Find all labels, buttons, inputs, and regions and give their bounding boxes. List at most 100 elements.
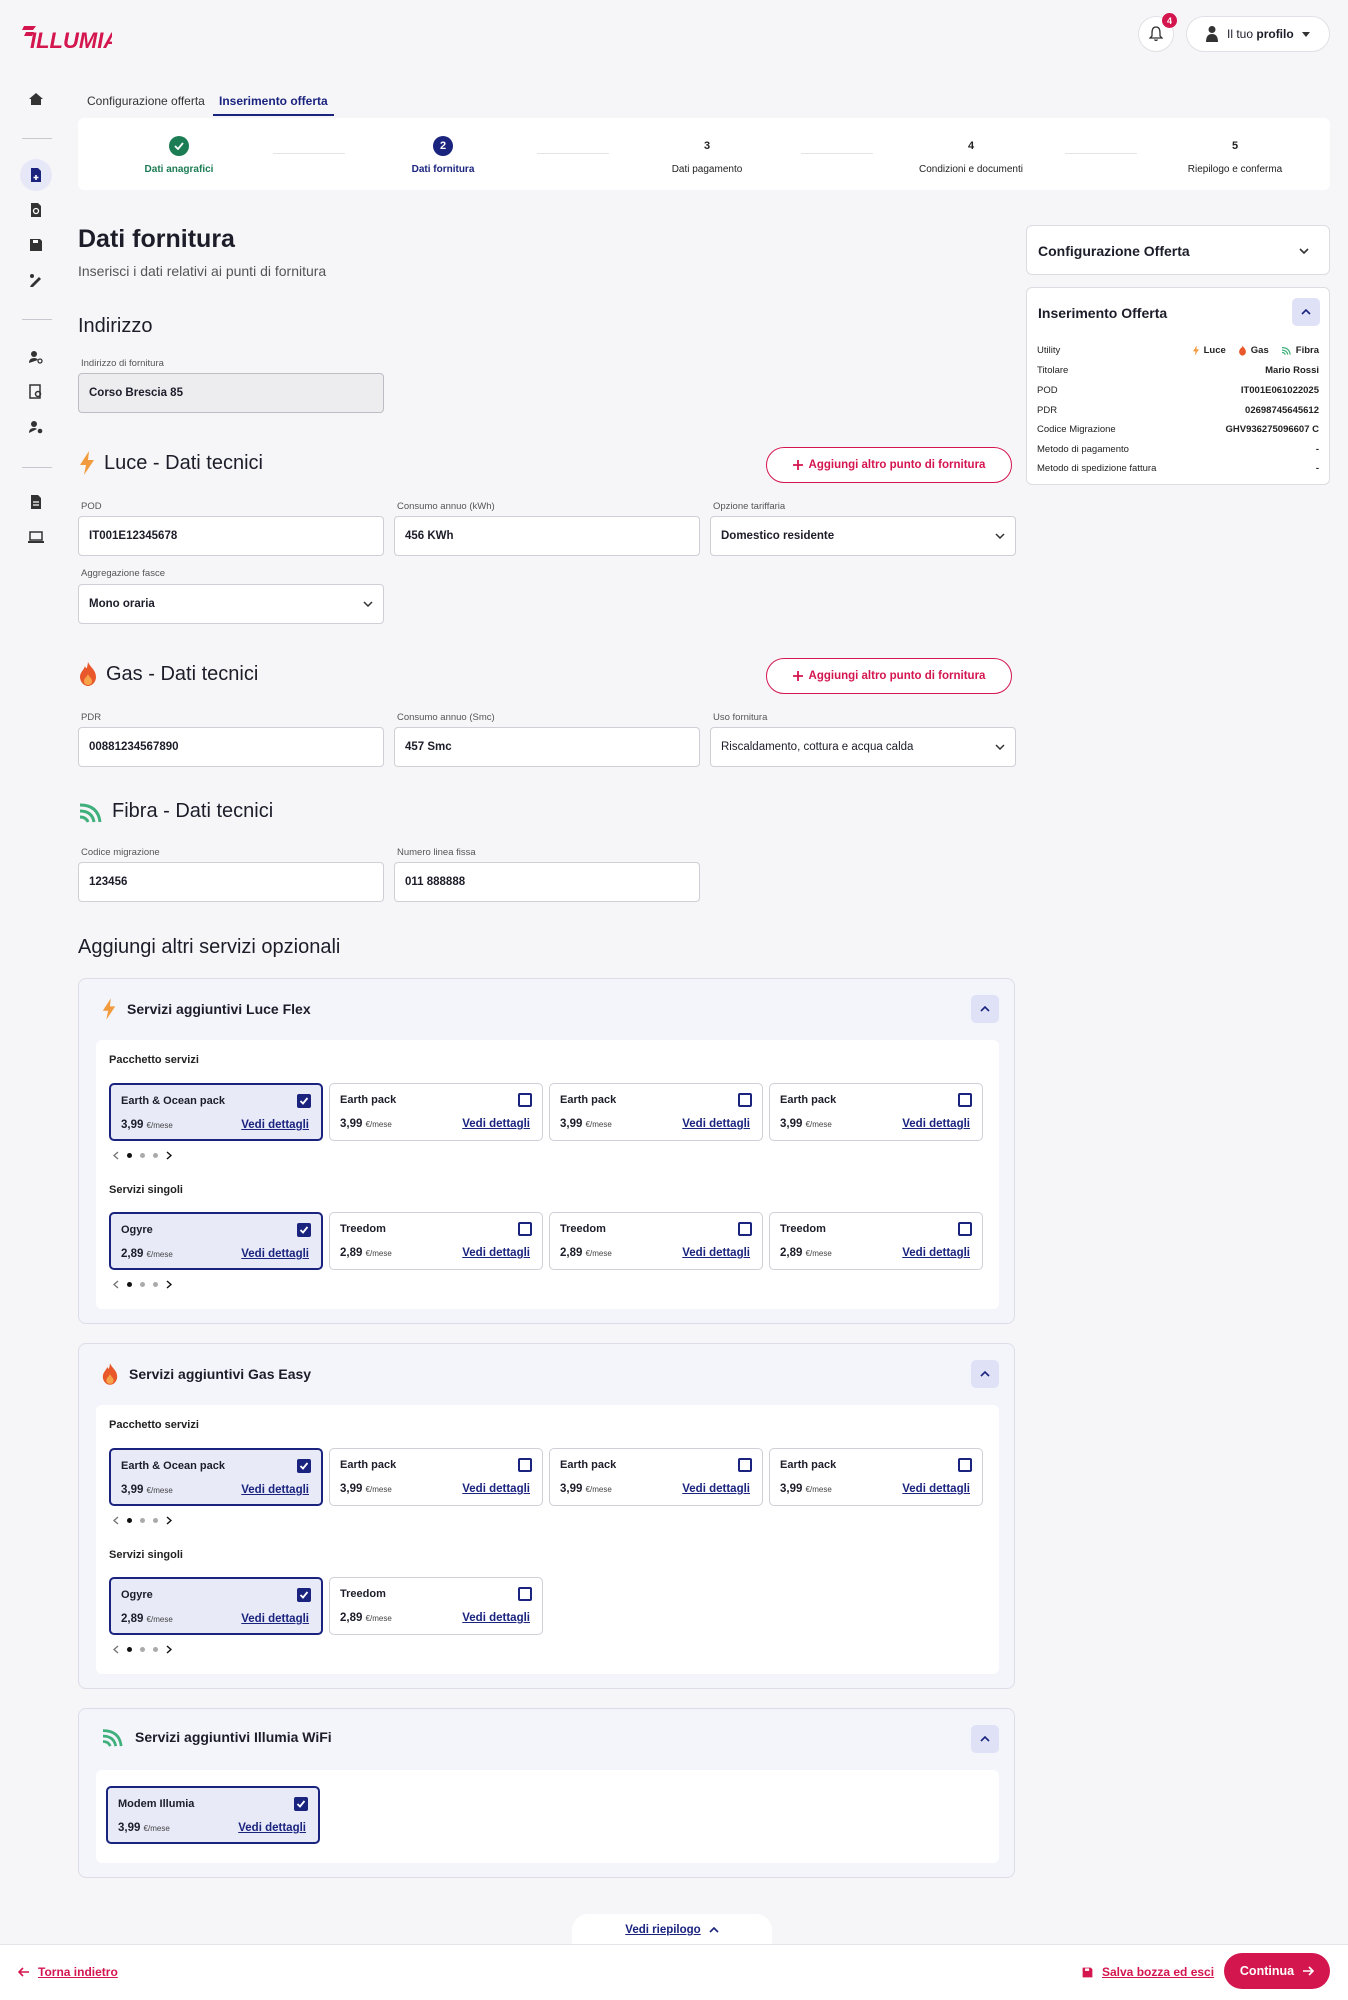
chevron-left-icon[interactable] (113, 1516, 119, 1525)
details-link[interactable]: Vedi dettagli (682, 1247, 750, 1259)
service-checkbox[interactable] (518, 1587, 532, 1601)
linea-fissa-input[interactable]: 011 888888 (394, 862, 700, 902)
user-search-nav[interactable] (20, 341, 52, 373)
service-card[interactable]: Earth pack 3,99 €/mese Vedi dettagli (329, 1448, 543, 1506)
details-link[interactable]: Vedi dettagli (682, 1118, 750, 1130)
pager-dot[interactable] (140, 1153, 145, 1158)
service-checkbox[interactable] (738, 1458, 752, 1472)
details-link[interactable]: Vedi dettagli (241, 1613, 309, 1625)
service-card[interactable]: Treedom 2,89 €/mese Vedi dettagli (769, 1212, 983, 1270)
service-checkbox[interactable] (518, 1093, 532, 1107)
service-checkbox[interactable] (738, 1093, 752, 1107)
details-link[interactable]: Vedi dettagli (462, 1247, 530, 1259)
service-card[interactable]: Earth & Ocean pack 3,99 €/mese Vedi dettag… (109, 1083, 323, 1141)
collapse-luce-services-button[interactable] (971, 995, 999, 1023)
service-card[interactable]: Modem Illumia 3,99 €/mese Vedi dettagli (106, 1786, 320, 1844)
chevron-right-icon[interactable] (166, 1516, 172, 1525)
details-link[interactable]: Vedi dettagli (682, 1483, 750, 1495)
service-checkbox[interactable] (297, 1459, 311, 1473)
pod-input[interactable]: IT001E12345678 (78, 516, 384, 556)
service-checkbox[interactable] (958, 1458, 972, 1472)
chevron-right-icon[interactable] (166, 1645, 172, 1654)
service-card[interactable]: Earth & Ocean pack 3,99 €/mese Vedi dettag… (109, 1448, 323, 1506)
service-checkbox[interactable] (297, 1094, 311, 1108)
back-link[interactable]: Torna indietro (18, 1965, 118, 1979)
search-document-nav[interactable] (20, 194, 52, 226)
consumo-kwh-input[interactable]: 456 KWh (394, 516, 700, 556)
pager-dot[interactable] (153, 1153, 158, 1158)
add-luce-point-button[interactable]: Aggiungi altro punto di fornitura (766, 447, 1012, 483)
pager-dot[interactable] (127, 1282, 132, 1287)
summary-toggle[interactable]: Vedi riepilogo (572, 1914, 772, 1946)
uso-select[interactable]: Riscaldamento, cottura e acqua calda (710, 727, 1016, 767)
home-nav[interactable] (20, 83, 52, 115)
details-link[interactable]: Vedi dettagli (462, 1612, 530, 1624)
collapse-gas-services-button[interactable] (971, 1360, 999, 1388)
service-card[interactable]: Earth pack 3,99 €/mese Vedi dettagli (329, 1083, 543, 1141)
file-search-nav[interactable] (20, 376, 52, 408)
service-card[interactable]: Earth pack 3,99 €/mese Vedi dettagli (769, 1083, 983, 1141)
details-link[interactable]: Vedi dettagli (238, 1822, 306, 1834)
chevron-left-icon[interactable] (113, 1645, 119, 1654)
pager-dot[interactable] (127, 1518, 132, 1523)
consumo-smc-input[interactable]: 457 Smc (394, 727, 700, 767)
pager-dot[interactable] (127, 1153, 132, 1158)
step-4[interactable]: 4 Condizioni e documenti (891, 136, 1051, 175)
profile-menu[interactable]: Il tuo profilo (1186, 16, 1330, 52)
tariffa-select[interactable]: Domestico residente (710, 516, 1016, 556)
details-link[interactable]: Vedi dettagli (462, 1483, 530, 1495)
pager-dot[interactable] (153, 1282, 158, 1287)
pager-dot[interactable] (140, 1518, 145, 1523)
tools-nav[interactable] (20, 264, 52, 296)
chevron-left-icon[interactable] (113, 1151, 119, 1160)
service-checkbox[interactable] (518, 1222, 532, 1236)
details-link[interactable]: Vedi dettagli (241, 1484, 309, 1496)
documents-nav[interactable] (20, 486, 52, 518)
pager-dot[interactable] (140, 1282, 145, 1287)
computer-nav[interactable] (20, 521, 52, 553)
service-checkbox[interactable] (294, 1797, 308, 1811)
pdr-input[interactable]: 00881234567890 (78, 727, 384, 767)
service-checkbox[interactable] (958, 1093, 972, 1107)
chevron-right-icon[interactable] (166, 1280, 172, 1289)
step-2[interactable]: 2 Dati fornitura (363, 136, 523, 175)
step-3[interactable]: 3 Dati pagamento (627, 136, 787, 175)
collapse-wifi-services-button[interactable] (971, 1725, 999, 1753)
service-card[interactable]: Treedom 2,89 €/mese Vedi dettagli (329, 1577, 543, 1635)
service-checkbox[interactable] (297, 1588, 311, 1602)
service-checkbox[interactable] (297, 1223, 311, 1237)
service-checkbox[interactable] (738, 1222, 752, 1236)
config-offerta-card[interactable]: Configurazione Offerta (1026, 225, 1330, 275)
new-document-nav[interactable] (20, 159, 52, 191)
pager-dot[interactable] (153, 1518, 158, 1523)
service-checkbox[interactable] (958, 1222, 972, 1236)
chevron-left-icon[interactable] (113, 1280, 119, 1289)
service-checkbox[interactable] (518, 1458, 532, 1472)
save-draft-link[interactable]: Salva bozza ed esci (1081, 1965, 1214, 1979)
illumia-logo[interactable]: ILLUMIA (22, 16, 112, 56)
service-card[interactable]: Treedom 2,89 €/mese Vedi dettagli (329, 1212, 543, 1270)
continue-button[interactable]: Continua (1224, 1953, 1330, 1989)
collapse-inserimento-button[interactable] (1292, 298, 1320, 326)
tab-inserimento[interactable]: Inserimento offerta (213, 94, 334, 116)
tab-configurazione[interactable]: Configurazione offerta (87, 94, 205, 114)
pager-dot[interactable] (127, 1647, 132, 1652)
details-link[interactable]: Vedi dettagli (241, 1248, 309, 1260)
service-card[interactable]: Ogyre 2,89 €/mese Vedi dettagli (109, 1212, 323, 1270)
chevron-right-icon[interactable] (166, 1151, 172, 1160)
codice-migrazione-input[interactable]: 123456 (78, 862, 384, 902)
pager-dot[interactable] (153, 1647, 158, 1652)
service-card[interactable]: Earth pack 3,99 €/mese Vedi dettagli (769, 1448, 983, 1506)
step-5[interactable]: 5 Riepilogo e conferma (1155, 136, 1315, 175)
service-card[interactable]: Treedom 2,89 €/mese Vedi dettagli (549, 1212, 763, 1270)
service-card[interactable]: Ogyre 2,89 €/mese Vedi dettagli (109, 1577, 323, 1635)
save-nav[interactable] (20, 229, 52, 261)
step-1[interactable]: Dati anagrafici (99, 136, 259, 175)
add-gas-point-button[interactable]: Aggiungi altro punto di fornitura (766, 658, 1012, 694)
details-link[interactable]: Vedi dettagli (902, 1247, 970, 1259)
details-link[interactable]: Vedi dettagli (902, 1118, 970, 1130)
user-settings-nav[interactable] (20, 411, 52, 443)
details-link[interactable]: Vedi dettagli (462, 1118, 530, 1130)
fasce-select[interactable]: Mono oraria (78, 584, 384, 624)
pager-dot[interactable] (140, 1647, 145, 1652)
